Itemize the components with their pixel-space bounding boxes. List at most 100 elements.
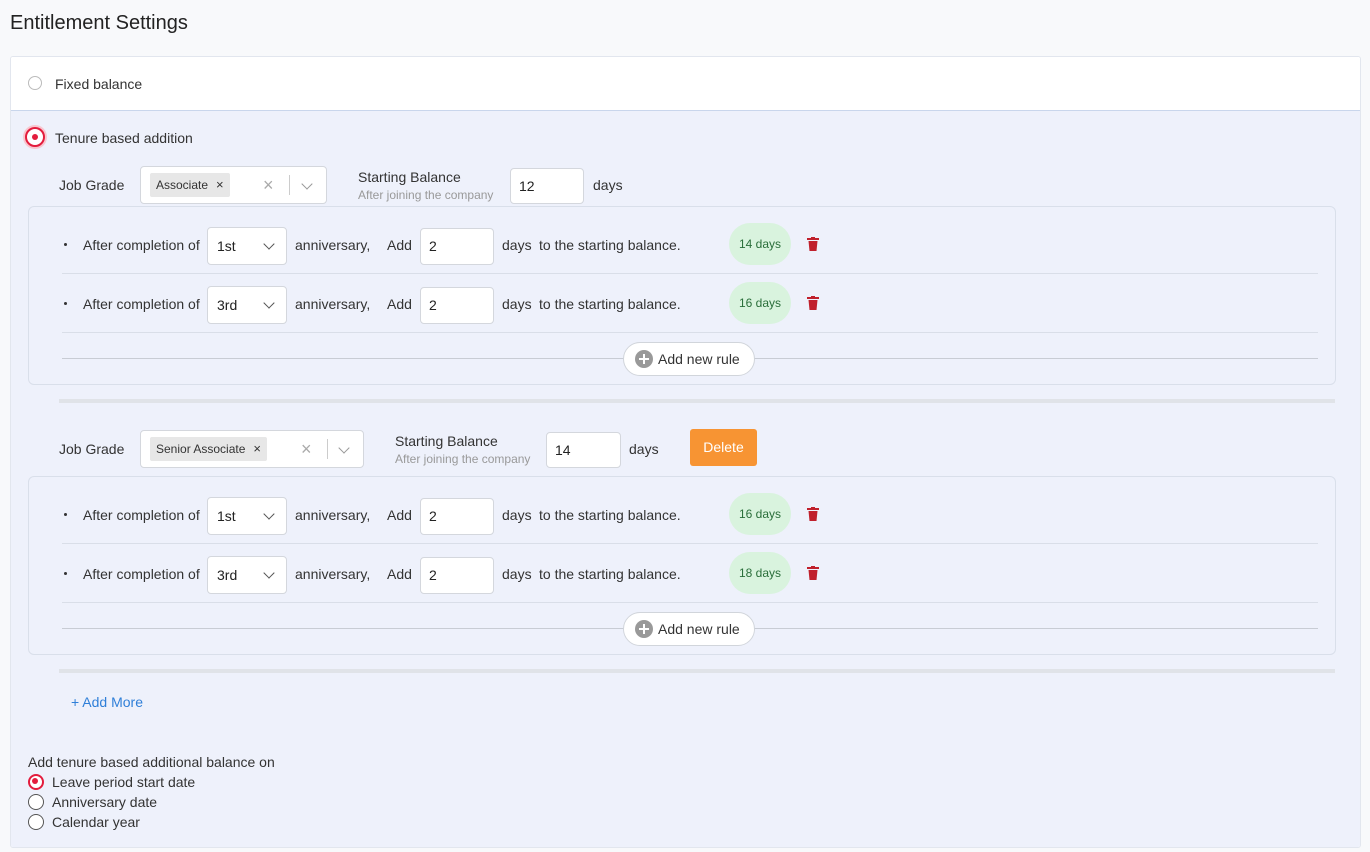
add-label: Add: [387, 296, 412, 312]
fixed-balance-row[interactable]: Fixed balance: [11, 57, 1360, 110]
chevron-down-icon: [263, 297, 275, 309]
starting-balance-label: Starting Balance: [395, 433, 498, 449]
add-new-rule-label: Add new rule: [658, 621, 740, 637]
add-days-input[interactable]: 2: [420, 287, 494, 324]
starting-balance-hint: After joining the company: [358, 188, 494, 202]
row-divider: [62, 332, 1318, 333]
anniversary-label: anniversary,: [295, 507, 371, 523]
fixed-balance-label: Fixed balance: [55, 76, 143, 92]
anniversary-date-radio[interactable]: [28, 794, 44, 810]
days-label: days: [502, 507, 532, 523]
job-grade-label: Job Grade: [59, 441, 125, 457]
job-grade-label: Job Grade: [59, 177, 125, 193]
days-label: days: [502, 566, 532, 582]
after-completion-label: After completion of: [83, 237, 200, 253]
days-label: days: [502, 296, 532, 312]
anniversary-select[interactable]: 1st: [207, 227, 287, 265]
chevron-down-icon: [263, 238, 275, 250]
trash-icon[interactable]: [807, 296, 819, 310]
to-starting-label: to the starting balance.: [539, 507, 681, 523]
starting-balance-input[interactable]: 14: [546, 432, 621, 468]
row-divider: [62, 543, 1318, 544]
total-days-badge: 16 days: [729, 282, 791, 324]
fixed-balance-radio[interactable]: [28, 76, 42, 90]
bullet: [64, 513, 67, 516]
add-label: Add: [387, 507, 412, 523]
add-days-input[interactable]: 2: [420, 557, 494, 594]
job-grade-select[interactable]: Senior Associate × ×: [140, 430, 364, 468]
clear-icon[interactable]: ×: [301, 439, 312, 460]
starting-balance-hint: After joining the company: [395, 452, 531, 466]
rules-box: After completion of 1st anniversary, Add…: [28, 476, 1336, 655]
add-days-input[interactable]: 2: [420, 498, 494, 535]
page-title: Entitlement Settings: [10, 12, 188, 34]
chevron-down-icon[interactable]: [301, 178, 313, 190]
anniversary-value: 3rd: [217, 297, 238, 313]
rules-box: After completion of 1st anniversary, Add…: [28, 206, 1336, 385]
add-label: Add: [387, 237, 412, 253]
to-starting-label: to the starting balance.: [539, 566, 681, 582]
chevron-down-icon[interactable]: [338, 442, 350, 454]
days-label: days: [593, 177, 623, 193]
days-label: days: [502, 237, 532, 253]
plus-circle-icon: [635, 350, 653, 368]
tenure-section: Tenure based addition Job Grade Associat…: [11, 110, 1360, 847]
anniversary-label: anniversary,: [295, 237, 371, 253]
trash-icon[interactable]: [807, 237, 819, 251]
add-more-link[interactable]: + Add More: [71, 694, 143, 710]
anniversary-date-label: Anniversary date: [52, 794, 158, 810]
add-label: Add: [387, 566, 412, 582]
total-days-badge: 16 days: [729, 493, 791, 535]
after-completion-label: After completion of: [83, 296, 200, 312]
select-separator: [327, 439, 328, 459]
chevron-down-icon: [263, 567, 275, 579]
chevron-down-icon: [263, 508, 275, 520]
job-grade-tag-text: Associate: [156, 178, 209, 192]
total-days-badge: 18 days: [729, 552, 791, 594]
row-divider: [62, 273, 1318, 274]
anniversary-select[interactable]: 3rd: [207, 556, 287, 594]
leave-period-label: Leave period start date: [52, 774, 196, 790]
anniversary-value: 3rd: [217, 567, 238, 583]
after-completion-label: After completion of: [83, 507, 200, 523]
to-starting-label: to the starting balance.: [539, 237, 681, 253]
to-starting-label: to the starting balance.: [539, 296, 681, 312]
anniversary-select[interactable]: 3rd: [207, 286, 287, 324]
trash-icon[interactable]: [807, 566, 819, 580]
job-grade-tag: Associate ×: [150, 173, 230, 197]
tenure-label: Tenure based addition: [55, 130, 193, 146]
starting-balance-label: Starting Balance: [358, 169, 461, 185]
job-grade-tag-text: Senior Associate: [156, 442, 246, 456]
tag-remove-icon[interactable]: ×: [253, 441, 261, 456]
add-days-input[interactable]: 2: [420, 228, 494, 265]
leave-period-radio[interactable]: [28, 774, 44, 790]
calendar-year-radio[interactable]: [28, 814, 44, 830]
anniversary-select[interactable]: 1st: [207, 497, 287, 535]
group-separator: [59, 669, 1335, 673]
anniversary-value: 1st: [217, 238, 236, 254]
anniversary-label: anniversary,: [295, 296, 371, 312]
tag-remove-icon[interactable]: ×: [216, 177, 224, 192]
add-on-title: Add tenure based additional balance on: [28, 754, 275, 770]
add-new-rule-button[interactable]: Add new rule: [623, 612, 755, 646]
select-separator: [289, 175, 290, 195]
tenure-radio[interactable]: [25, 127, 45, 147]
bullet: [64, 572, 67, 575]
anniversary-label: anniversary,: [295, 566, 371, 582]
add-new-rule-button[interactable]: Add new rule: [623, 342, 755, 376]
starting-balance-input[interactable]: 12: [510, 168, 584, 204]
plus-circle-icon: [635, 620, 653, 638]
add-new-rule-label: Add new rule: [658, 351, 740, 367]
job-grade-select[interactable]: Associate × ×: [140, 166, 327, 204]
after-completion-label: After completion of: [83, 566, 200, 582]
calendar-year-label: Calendar year: [52, 814, 140, 830]
row-divider: [62, 602, 1318, 603]
group-separator: [59, 399, 1335, 403]
clear-icon[interactable]: ×: [263, 175, 274, 196]
anniversary-value: 1st: [217, 508, 236, 524]
total-days-badge: 14 days: [729, 223, 791, 265]
days-label: days: [629, 441, 659, 457]
delete-group-button[interactable]: Delete: [690, 429, 757, 466]
entitlement-card: Fixed balance Tenure based addition Job …: [10, 56, 1361, 848]
trash-icon[interactable]: [807, 507, 819, 521]
